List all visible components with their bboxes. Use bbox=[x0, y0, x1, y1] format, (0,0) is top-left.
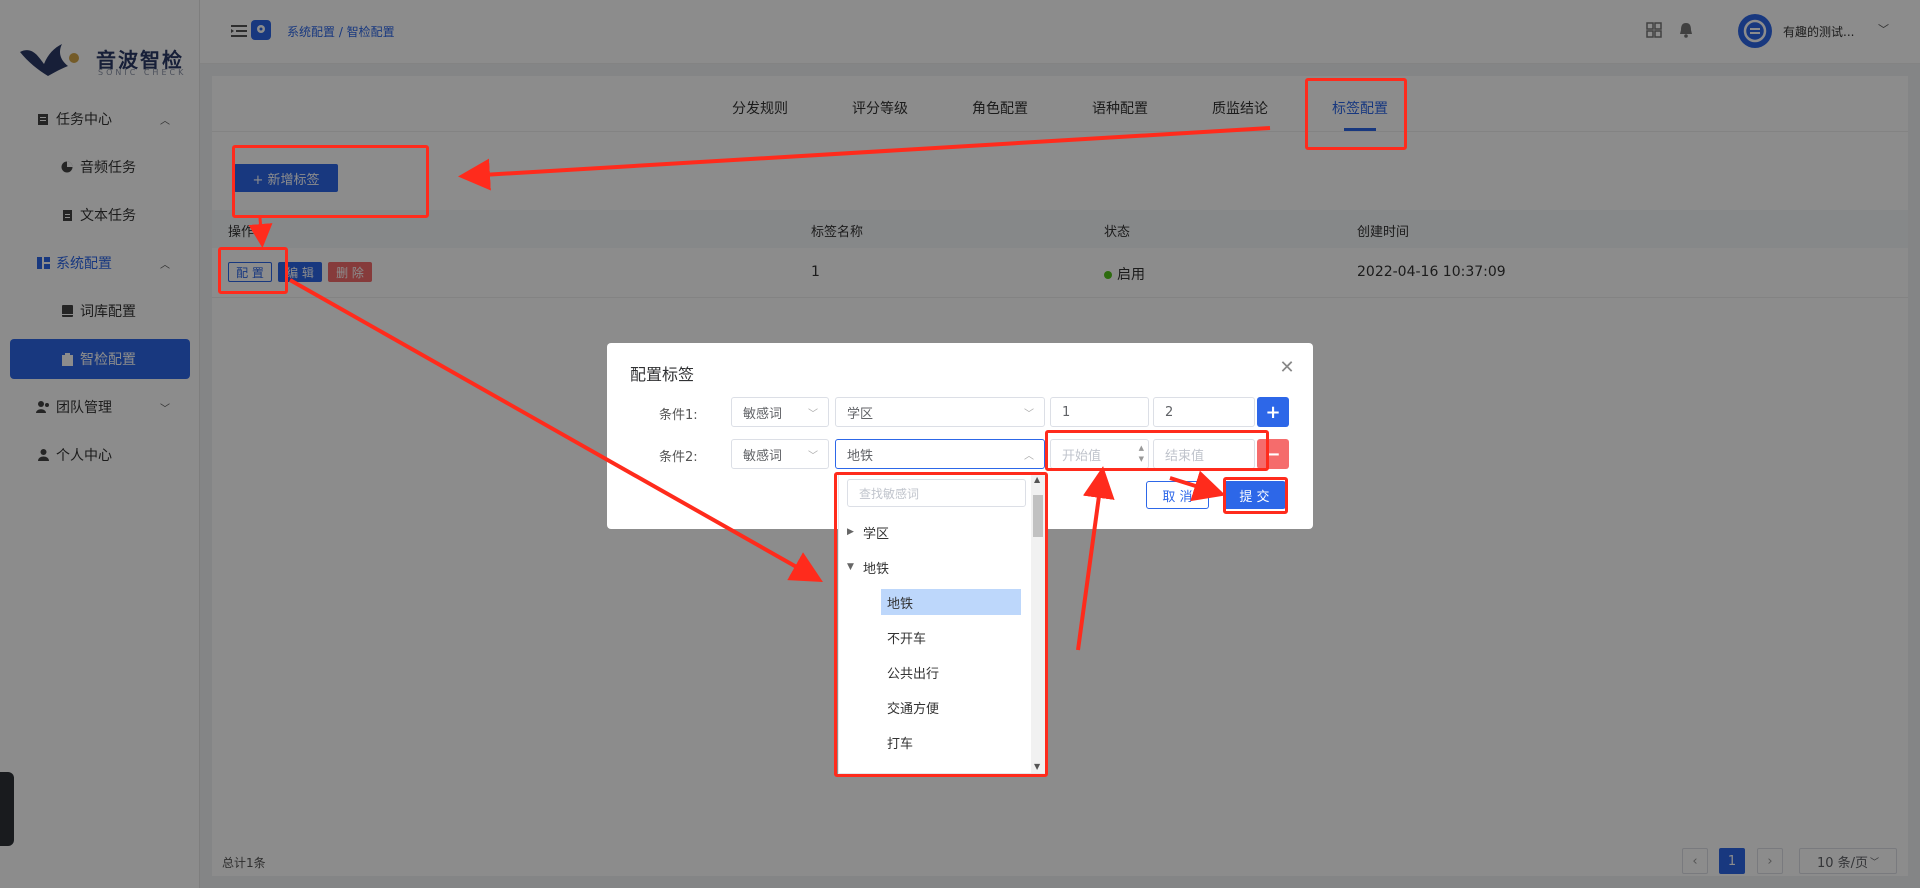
input-value: 1 bbox=[1062, 404, 1071, 420]
condition-label: 条件1: bbox=[659, 408, 698, 423]
start-value-input[interactable]: 1 bbox=[1050, 397, 1149, 427]
select-value: 敏感词 bbox=[743, 448, 783, 464]
condition-label: 条件2: bbox=[659, 450, 698, 465]
end-value-input[interactable]: 2 bbox=[1153, 397, 1255, 427]
select-value: 敏感词 bbox=[743, 406, 783, 422]
close-icon[interactable]: ✕ bbox=[1277, 357, 1297, 378]
condition-type-select[interactable]: 敏感词 ﹀ bbox=[731, 439, 829, 469]
chevron-down-icon: ﹀ bbox=[1024, 409, 1034, 420]
chevron-down-icon: ﹀ bbox=[808, 451, 818, 462]
annotation-box bbox=[1223, 477, 1288, 514]
select-value: 地铁 bbox=[847, 448, 874, 464]
sensitive-word-select[interactable]: 学区 ﹀ bbox=[835, 397, 1045, 427]
annotation-box bbox=[218, 247, 288, 294]
cancel-button[interactable]: 取 消 bbox=[1146, 481, 1209, 509]
dialog-title: 配置标签 bbox=[630, 365, 695, 384]
sensitive-word-select[interactable]: 地铁 ︿ bbox=[835, 439, 1045, 469]
annotation-box bbox=[1305, 78, 1407, 150]
chevron-down-icon: ﹀ bbox=[808, 409, 818, 420]
annotation-box bbox=[232, 145, 429, 218]
select-value: 学区 bbox=[847, 406, 874, 422]
annotation-box bbox=[1045, 430, 1269, 471]
annotation-box bbox=[834, 472, 1048, 777]
chevron-up-icon: ︿ bbox=[1024, 451, 1034, 462]
condition-type-select[interactable]: 敏感词 ﹀ bbox=[731, 397, 829, 427]
add-condition-button[interactable]: + bbox=[1257, 397, 1289, 427]
input-value: 2 bbox=[1165, 404, 1174, 420]
